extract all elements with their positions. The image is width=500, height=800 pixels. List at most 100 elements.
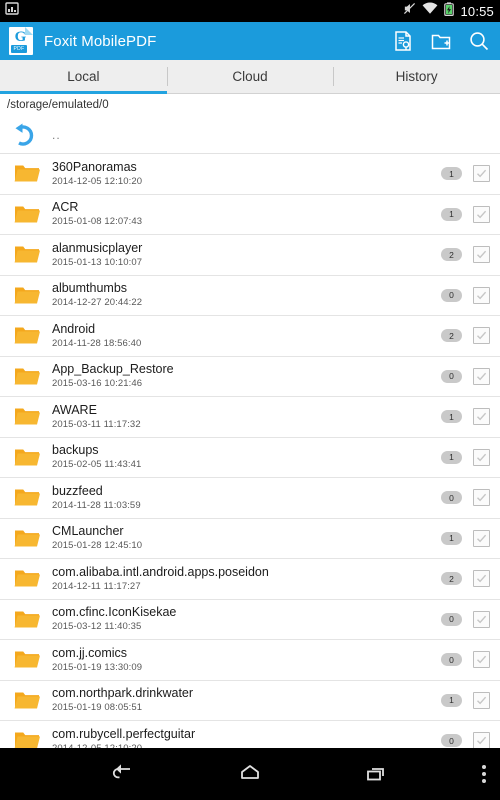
file-name: 360Panoramas — [52, 159, 137, 174]
app-logo-text: PDF — [11, 45, 27, 53]
file-list-row[interactable]: com.northpark.drinkwater 2015-01-19 08:05… — [0, 680, 500, 721]
folder-icon — [14, 730, 40, 748]
folder-icon — [14, 649, 40, 670]
file-date: 2015-01-19 13:30:09 — [52, 661, 143, 673]
select-checkbox[interactable] — [473, 327, 490, 345]
file-list-row[interactable]: CMLauncher 2015-01-28 12:45:10 1 — [0, 518, 500, 559]
select-checkbox[interactable] — [473, 732, 490, 748]
file-list-row[interactable]: 360Panoramas 2014-12-05 12:10:20 1 — [0, 154, 500, 195]
select-checkbox[interactable] — [473, 529, 490, 547]
file-list-row[interactable]: backups 2015-02-05 11:43:41 1 — [0, 437, 500, 478]
file-list-row[interactable]: albumthumbs 2014-12-27 20:44:22 0 — [0, 275, 500, 316]
status-bar-notifications — [5, 2, 19, 20]
select-checkbox[interactable] — [473, 651, 490, 669]
file-list-row[interactable]: ACR 2015-01-08 12:07:43 1 — [0, 194, 500, 235]
file-row-text: alanmusicplayer 2015-01-13 10:10:07 — [52, 241, 441, 269]
file-name: CMLauncher — [52, 524, 124, 539]
select-checkbox[interactable] — [473, 489, 490, 507]
select-checkbox[interactable] — [473, 570, 490, 588]
item-count-badge: 1 — [441, 410, 462, 424]
app-bar-actions — [392, 30, 490, 52]
file-date: 2014-12-27 20:44:22 — [52, 297, 143, 309]
nav-overflow-icon[interactable] — [482, 765, 486, 783]
back-arrow-icon[interactable] — [10, 122, 38, 148]
file-name: backups — [52, 443, 99, 458]
file-row-text: CMLauncher 2015-01-28 12:45:10 — [52, 524, 441, 552]
battery-charging-icon — [444, 1, 455, 21]
tab-cloud[interactable]: Cloud — [166, 60, 334, 93]
file-row-text: com.northpark.drinkwater 2015-01-19 08:05… — [52, 686, 441, 714]
item-count-badge: 1 — [441, 450, 462, 464]
item-count-badge: 0 — [441, 653, 462, 667]
tab-local-label: Local — [67, 69, 100, 84]
file-list-row[interactable]: buzzfeed 2014-11-28 11:03:59 0 — [0, 478, 500, 519]
create-document-icon[interactable] — [392, 30, 414, 52]
nav-back-icon[interactable] — [108, 761, 138, 787]
folder-icon — [14, 406, 40, 427]
folder-icon — [14, 528, 40, 549]
tab-bar: Local Cloud History — [0, 60, 500, 94]
item-count-badge: 2 — [441, 329, 462, 343]
file-list[interactable]: 360Panoramas 2014-12-05 12:10:20 1 ACR 2015-… — [0, 154, 500, 748]
select-checkbox[interactable] — [473, 286, 490, 304]
select-checkbox[interactable] — [473, 205, 490, 223]
select-checkbox[interactable] — [473, 246, 490, 264]
folder-icon — [14, 244, 40, 265]
tab-history[interactable]: History — [333, 60, 500, 93]
item-count-badge: 0 — [441, 491, 462, 505]
tab-cloud-label: Cloud — [232, 69, 268, 84]
file-row-text: backups 2015-02-05 11:43:41 — [52, 443, 441, 471]
parent-directory-row[interactable]: .. — [0, 116, 500, 154]
search-icon[interactable] — [468, 30, 490, 52]
file-date: 2014-12-11 11:17:27 — [52, 580, 141, 592]
select-checkbox[interactable] — [473, 691, 490, 709]
image-icon — [5, 2, 19, 20]
tab-history-label: History — [395, 69, 438, 84]
file-date: 2014-11-28 11:03:59 — [52, 499, 141, 511]
android-navigation-bar — [0, 748, 500, 800]
nav-recents-icon[interactable] — [362, 761, 392, 787]
file-row-text: com.rubycell.perfectguitar2014-12-05 12:… — [52, 727, 441, 748]
file-row-text: com.alibaba.intl.android.apps.poseidon 20… — [52, 565, 441, 593]
app-bar: G PDF Foxit MobilePDF — [0, 22, 500, 60]
app-title: Foxit MobilePDF — [44, 32, 157, 50]
select-checkbox[interactable] — [473, 610, 490, 628]
file-list-row[interactable]: Android 2014-11-28 18:56:40 2 — [0, 316, 500, 357]
file-list-row[interactable]: com.cfinc.IconKisekae 2015-03-12 11:40:35… — [0, 599, 500, 640]
file-name: alanmusicplayer — [52, 240, 143, 255]
select-checkbox[interactable] — [473, 408, 490, 426]
file-list-row[interactable]: AWARE 2015-03-11 11:17:32 1 — [0, 397, 500, 438]
status-bar-system-icons: 10:55 — [403, 1, 494, 21]
file-date: 2015-03-12 11:40:35 — [52, 621, 142, 633]
folder-icon — [14, 204, 40, 225]
item-count-badge: 2 — [441, 572, 462, 586]
file-row-text: 360Panoramas 2014-12-05 12:10:20 — [52, 160, 441, 188]
file-date: 2015-03-16 10:21:46 — [52, 378, 143, 390]
file-date: 2015-01-13 10:10:07 — [52, 256, 143, 268]
file-list-row[interactable]: com.jj.comics 2015-01-19 13:30:09 0 — [0, 640, 500, 681]
select-checkbox[interactable] — [473, 367, 490, 385]
folder-icon — [14, 325, 40, 346]
file-list-row[interactable]: com.alibaba.intl.android.apps.poseidon 20… — [0, 559, 500, 600]
folder-icon — [14, 690, 40, 711]
new-folder-icon[interactable] — [430, 30, 452, 52]
tab-local[interactable]: Local — [0, 60, 167, 94]
file-date: 2015-01-28 12:45:10 — [52, 540, 143, 552]
file-row-text: buzzfeed 2014-11-28 11:03:59 — [52, 484, 441, 512]
folder-icon — [14, 163, 40, 184]
wifi-icon — [422, 2, 438, 20]
file-date: 2015-01-08 12:07:43 — [52, 216, 143, 228]
nav-home-icon[interactable] — [235, 761, 265, 787]
folder-icon — [14, 447, 40, 468]
file-list-row[interactable]: com.rubycell.perfectguitar2014-12-05 12:… — [0, 721, 500, 748]
item-count-badge: 1 — [441, 693, 462, 707]
select-checkbox[interactable] — [473, 165, 490, 183]
item-count-badge: 1 — [441, 167, 462, 181]
file-list-row[interactable]: App_Backup_Restore 2015-03-16 10:21:46 0 — [0, 356, 500, 397]
select-checkbox[interactable] — [473, 448, 490, 466]
file-name: ACR — [52, 200, 79, 215]
folder-icon — [14, 285, 40, 306]
app-logo-icon: G PDF — [6, 26, 36, 56]
file-list-row[interactable]: alanmusicplayer 2015-01-13 10:10:07 2 — [0, 235, 500, 276]
current-path-text: /storage/emulated/0 — [7, 99, 109, 111]
